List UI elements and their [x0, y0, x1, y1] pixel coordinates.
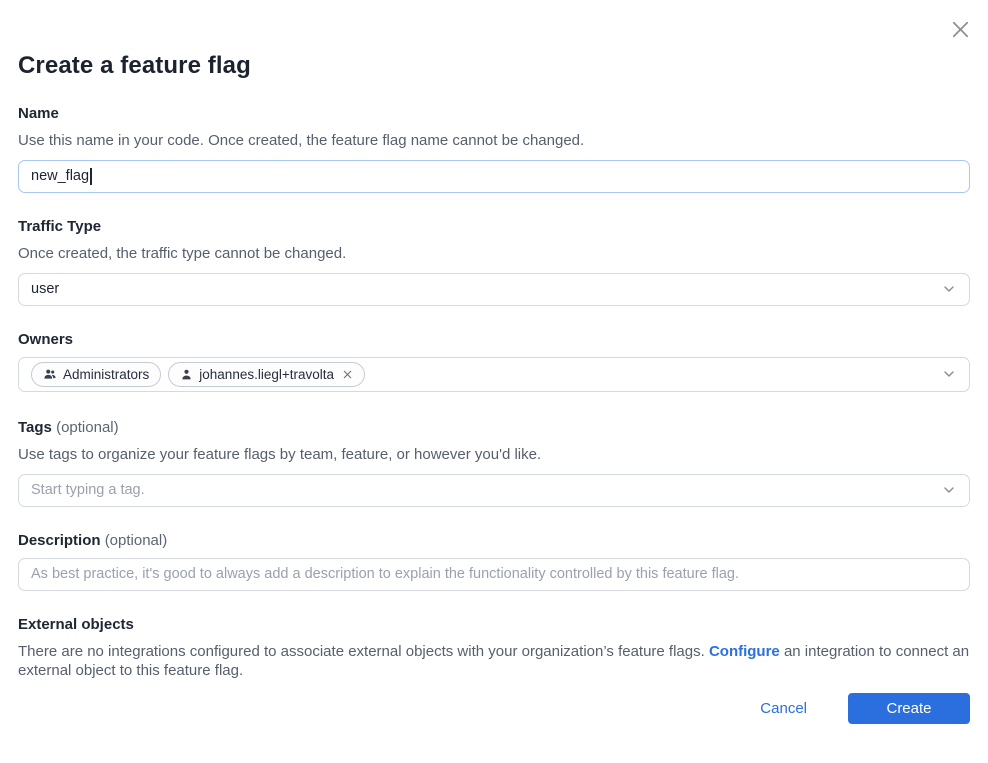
external-objects-label: External objects — [18, 616, 970, 633]
external-objects-text: There are no integrations configured to … — [18, 642, 970, 680]
external-objects-text-before: There are no integrations configured to … — [18, 643, 709, 660]
owners-label: Owners — [18, 331, 970, 348]
tags-label-text: Tags — [18, 419, 52, 436]
chevron-down-icon — [941, 281, 957, 297]
modal-footer: Cancel Create — [0, 693, 988, 724]
owner-chip-administrators[interactable]: Administrators — [31, 362, 161, 387]
owner-chip-user[interactable]: johannes.liegl+travolta — [168, 362, 365, 387]
cancel-button[interactable]: Cancel — [760, 700, 807, 717]
traffic-type-helper-text: Once created, the traffic type cannot be… — [18, 244, 970, 264]
owners-section: Owners Administrators johannes.liegl+tra… — [18, 331, 970, 392]
chevron-down-icon — [941, 366, 957, 382]
name-helper-text: Use this name in your code. Once created… — [18, 131, 970, 151]
configure-link[interactable]: Configure — [709, 643, 780, 660]
owner-chip-label: johannes.liegl+travolta — [199, 367, 334, 382]
tags-placeholder: Start typing a tag. — [31, 482, 145, 498]
close-icon[interactable] — [946, 15, 974, 43]
tags-section: Tags (optional) Use tags to organize you… — [18, 419, 970, 507]
chevron-down-icon — [941, 482, 957, 498]
traffic-type-section: Traffic Type Once created, the traffic t… — [18, 218, 970, 306]
description-placeholder: As best practice, it's good to always ad… — [31, 566, 739, 582]
create-button[interactable]: Create — [848, 693, 970, 724]
traffic-type-select[interactable]: user — [18, 273, 970, 306]
traffic-type-selected-value: user — [31, 281, 59, 297]
text-cursor — [90, 168, 92, 185]
external-objects-section: External objects There are no integratio… — [18, 616, 970, 681]
remove-chip-icon[interactable] — [342, 369, 353, 380]
owner-chip-label: Administrators — [63, 367, 149, 382]
name-label: Name — [18, 105, 970, 122]
name-input[interactable]: new_flag — [18, 160, 970, 193]
tags-label: Tags (optional) — [18, 419, 970, 436]
traffic-type-label: Traffic Type — [18, 218, 970, 235]
tags-helper-text: Use tags to organize your feature flags … — [18, 445, 970, 465]
person-icon — [180, 368, 193, 381]
group-icon — [43, 367, 57, 381]
description-input[interactable]: As best practice, it's good to always ad… — [18, 558, 970, 591]
description-label: Description (optional) — [18, 532, 970, 549]
tags-optional-text: (optional) — [56, 419, 119, 436]
owners-input[interactable]: Administrators johannes.liegl+travolta — [18, 357, 970, 392]
description-optional-text: (optional) — [105, 532, 168, 549]
name-input-value: new_flag — [31, 168, 89, 184]
description-label-text: Description — [18, 532, 101, 549]
page-title: Create a feature flag — [18, 0, 970, 80]
create-feature-flag-modal: Create a feature flag Name Use this name… — [0, 0, 988, 763]
tags-input[interactable]: Start typing a tag. — [18, 474, 970, 507]
name-section: Name Use this name in your code. Once cr… — [18, 105, 970, 193]
description-section: Description (optional) As best practice,… — [18, 532, 970, 591]
